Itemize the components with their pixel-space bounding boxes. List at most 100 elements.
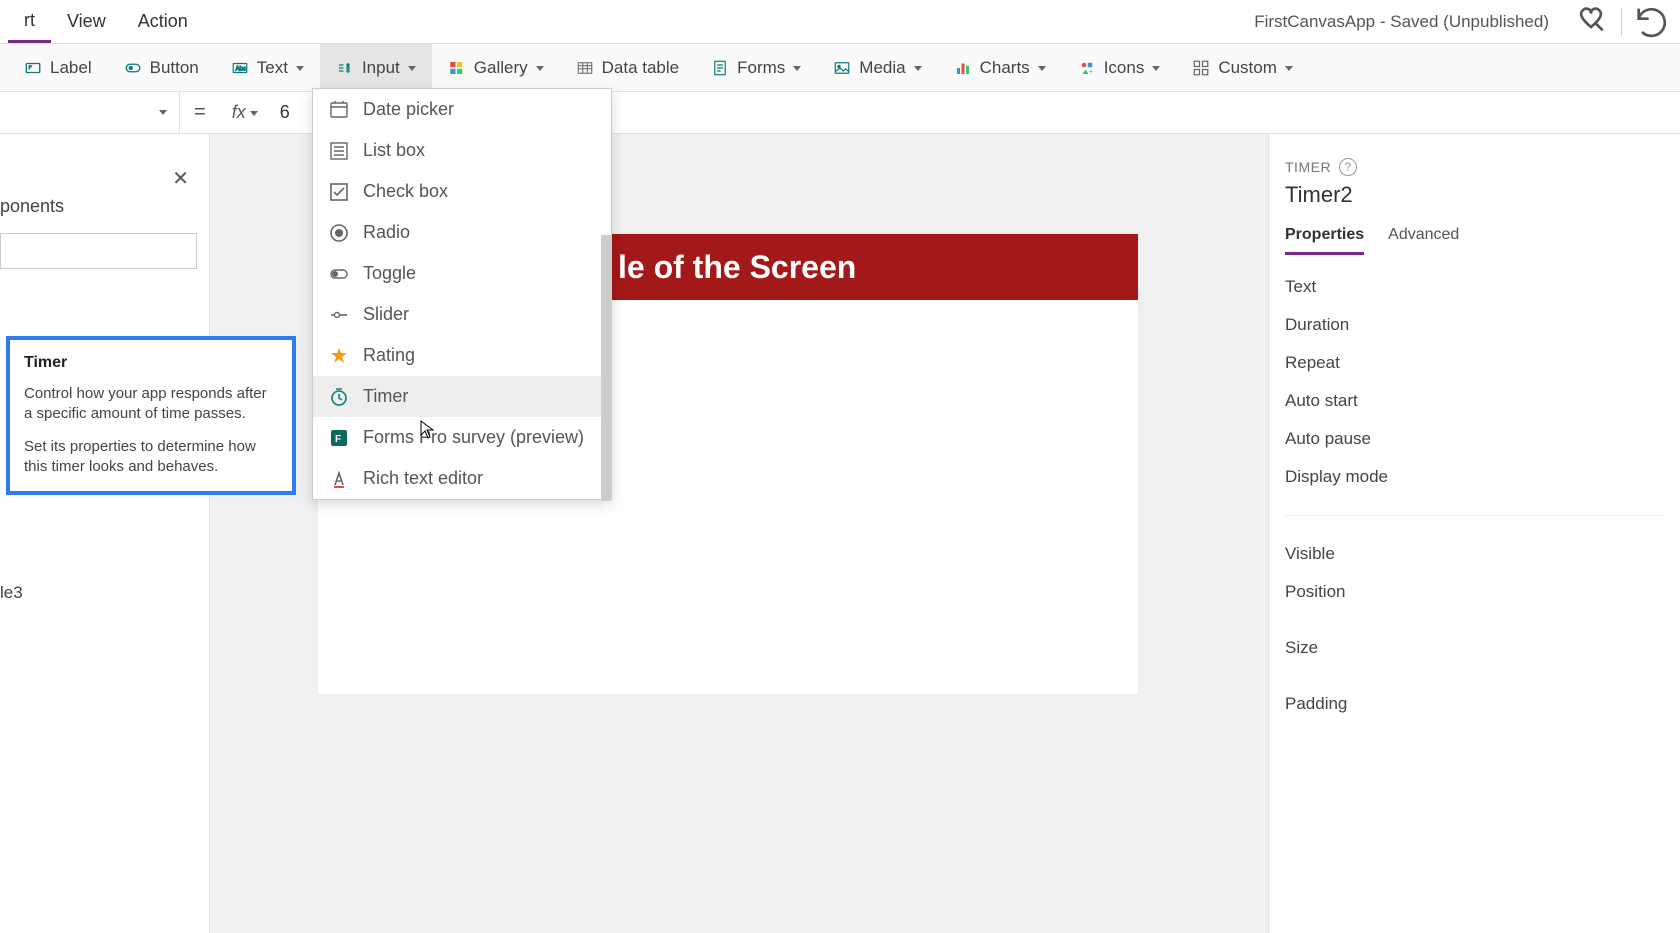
dropdown-item-radio[interactable]: Radio [313, 212, 611, 253]
dropdown-item-toggle[interactable]: Toggle [313, 253, 611, 294]
ribbon-media[interactable]: Media [817, 44, 937, 91]
prop-position[interactable]: Position [1285, 582, 1664, 602]
prop-auto-pause[interactable]: Auto pause [1285, 429, 1664, 449]
tab-view[interactable]: View [51, 0, 122, 43]
prop-auto-start[interactable]: Auto start [1285, 391, 1664, 411]
ribbon-gallery-label: Gallery [474, 58, 528, 78]
prop-visible[interactable]: Visible [1285, 544, 1664, 564]
prop-text[interactable]: Text [1285, 277, 1664, 297]
list-box-icon [329, 141, 349, 161]
chevron-down-icon [1285, 58, 1293, 78]
radio-icon [329, 223, 349, 243]
tooltip-paragraph: Set its properties to determine how this… [24, 437, 278, 478]
ribbon-button-text: Button [150, 58, 199, 78]
chevron-down-icon [408, 58, 416, 78]
dropdown-item-label: List box [363, 140, 425, 161]
dropdown-item-rich-text[interactable]: Rich text editor [313, 458, 611, 499]
ribbon-input[interactable]: Input [320, 44, 432, 91]
dropdown-item-label: Slider [363, 304, 409, 325]
help-icon[interactable]: ? [1339, 158, 1357, 176]
dropdown-item-label: Check box [363, 181, 448, 202]
dropdown-item-label: Rich text editor [363, 468, 483, 489]
equals-sign: = [180, 101, 220, 124]
rich-text-icon [329, 469, 349, 489]
dropdown-item-label: Timer [363, 386, 408, 407]
dropdown-item-label: Toggle [363, 263, 416, 284]
formula-value[interactable]: 6 [270, 102, 300, 123]
chevron-down-icon [296, 58, 304, 78]
ribbon-charts-label: Charts [980, 58, 1030, 78]
fx-label: fx [232, 102, 246, 123]
tooltip-paragraph: Control how your app responds after a sp… [24, 384, 278, 425]
svg-text:+: + [1089, 70, 1093, 76]
chevron-down-icon [250, 102, 258, 123]
dropdown-item-label: Rating [363, 345, 415, 366]
dropdown-item-forms-pro[interactable]: F Forms Pro survey (preview) [313, 417, 611, 458]
dropdown-item-rating[interactable]: Rating [313, 335, 611, 376]
dropdown-item-timer[interactable]: Timer [313, 376, 611, 417]
ribbon-button[interactable]: Button [108, 44, 215, 91]
fx-button[interactable]: fx [220, 102, 270, 123]
ribbon-forms-label: Forms [737, 58, 785, 78]
tab-properties[interactable]: Properties [1285, 226, 1364, 255]
prop-display-mode[interactable]: Display mode [1285, 467, 1664, 487]
dropdown-item-list-box[interactable]: List box [313, 130, 611, 171]
health-icon[interactable] [1571, 2, 1611, 42]
date-picker-icon [329, 100, 349, 120]
chevron-down-icon [1038, 58, 1046, 78]
prop-padding[interactable]: Padding [1285, 694, 1664, 714]
property-dropdown[interactable] [0, 92, 180, 133]
timer-icon [329, 387, 349, 407]
insert-ribbon: Label Button Abc Text Input Gallery Data… [0, 44, 1680, 92]
chevron-down-icon [159, 104, 167, 122]
main-region: ✕ ponents le3 le of the Screen TIMER ? T… [0, 134, 1680, 933]
ribbon-input-label: Input [362, 58, 400, 78]
formula-bar: = fx 6 [0, 92, 1680, 134]
properties-tabs: Properties Advanced [1285, 226, 1664, 255]
ribbon-label[interactable]: Label [8, 44, 108, 91]
dropdown-item-label: Forms Pro survey (preview) [363, 427, 584, 448]
toggle-icon [329, 264, 349, 284]
dropdown-item-date-picker[interactable]: Date picker [313, 89, 611, 130]
svg-text:Abc: Abc [235, 66, 245, 72]
dropdown-scrollbar[interactable] [601, 89, 611, 499]
top-menu-bar: rt View Action FirstCanvasApp - Saved (U… [0, 0, 1680, 44]
tree-item[interactable]: le3 [0, 575, 209, 611]
control-name[interactable]: Timer2 [1285, 182, 1664, 208]
ribbon-icons[interactable]: + Icons [1062, 44, 1177, 91]
chevron-down-icon [914, 58, 922, 78]
ribbon-media-label: Media [859, 58, 905, 78]
tab-action[interactable]: Action [122, 0, 204, 43]
ribbon-gallery[interactable]: Gallery [432, 44, 560, 91]
prop-repeat[interactable]: Repeat [1285, 353, 1664, 373]
ribbon-data-table[interactable]: Data table [560, 44, 696, 91]
rating-icon [329, 346, 349, 366]
tab-advanced[interactable]: Advanced [1388, 226, 1459, 255]
chevron-down-icon [793, 58, 801, 78]
separator [1285, 515, 1664, 516]
close-icon[interactable]: ✕ [172, 166, 189, 191]
prop-duration[interactable]: Duration [1285, 315, 1664, 335]
ribbon-custom[interactable]: Custom [1176, 44, 1309, 91]
forms-pro-icon: F [329, 428, 349, 448]
prop-size[interactable]: Size [1285, 638, 1664, 658]
dropdown-item-check-box[interactable]: Check box [313, 171, 611, 212]
dropdown-item-slider[interactable]: Slider [313, 294, 611, 335]
chevron-down-icon [536, 58, 544, 78]
ribbon-charts[interactable]: Charts [938, 44, 1062, 91]
tab-insert[interactable]: rt [8, 0, 51, 43]
ribbon-label-text: Label [50, 58, 92, 78]
slider-icon [329, 305, 349, 325]
divider [1621, 8, 1622, 36]
tooltip-callout: Timer Control how your app responds afte… [6, 336, 296, 495]
ribbon-text[interactable]: Abc Text [215, 44, 320, 91]
undo-button[interactable] [1632, 2, 1672, 42]
svg-text:F: F [335, 434, 341, 445]
ribbon-forms[interactable]: Forms [695, 44, 817, 91]
tree-search-input[interactable] [0, 233, 197, 269]
ribbon-data-table-label: Data table [602, 58, 680, 78]
chevron-down-icon [1152, 58, 1160, 78]
ribbon-text-label: Text [257, 58, 288, 78]
ribbon-icons-label: Icons [1104, 58, 1145, 78]
properties-panel: TIMER ? Timer2 Properties Advanced Text … [1268, 134, 1680, 933]
